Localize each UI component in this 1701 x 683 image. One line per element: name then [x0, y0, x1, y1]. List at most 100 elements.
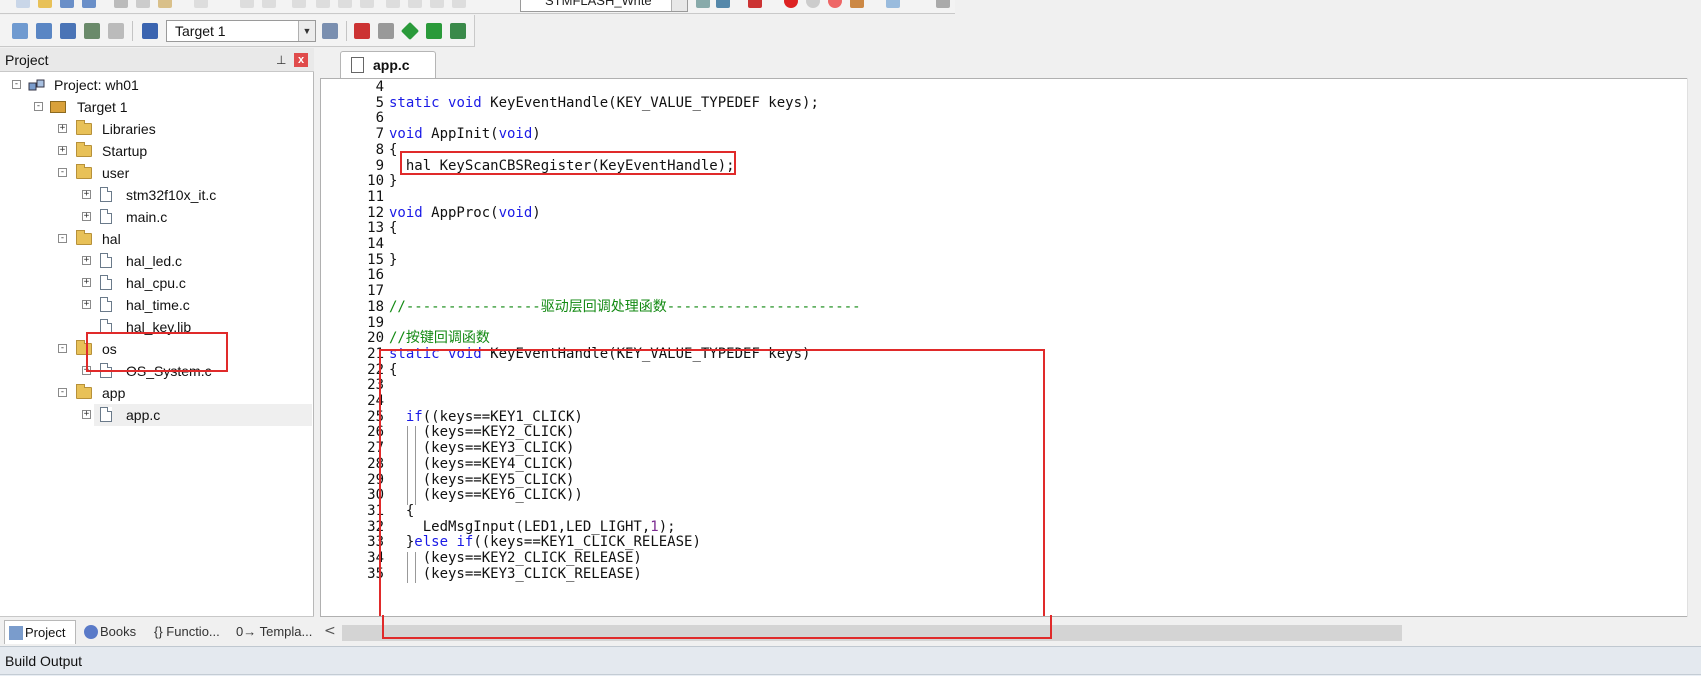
tree-item-file[interactable]: + stm32f10x_it.c — [0, 184, 312, 206]
copy-items-icon[interactable] — [378, 23, 394, 39]
collapse-icon[interactable]: - — [12, 80, 21, 89]
line-number: 20 — [367, 330, 384, 347]
code-line[interactable]: 16 — [321, 267, 1681, 284]
pack-installer-icon[interactable] — [426, 23, 442, 39]
run-time-env-icon[interactable] — [450, 23, 466, 39]
expand-icon[interactable]: + — [82, 278, 91, 287]
code-line[interactable]: 14 — [321, 236, 1681, 253]
code-editor[interactable]: 4 5 static void KeyEventHandle(KEY_VALUE_T… — [320, 78, 1701, 617]
code-line[interactable]: 6 — [321, 110, 1681, 127]
save-icon[interactable] — [60, 0, 74, 8]
target-select-dropdown[interactable]: ▼ — [298, 21, 315, 41]
select-packs-icon[interactable] — [400, 21, 420, 41]
tree-item-target[interactable]: - Target 1 — [0, 96, 312, 118]
translate-icon[interactable] — [12, 23, 28, 39]
uncomment-icon[interactable] — [452, 0, 466, 8]
collapse-icon[interactable]: - — [58, 388, 67, 397]
save-all-icon[interactable] — [82, 0, 96, 8]
code-line[interactable]: 7 void AppInit(void) — [321, 126, 1681, 143]
tab-templates[interactable]: 0→ Templa... — [232, 620, 314, 644]
open-folder-icon[interactable] — [38, 0, 52, 8]
indent-icon[interactable] — [386, 0, 400, 8]
cut-icon[interactable] — [114, 0, 128, 8]
close-icon[interactable]: x — [294, 53, 308, 67]
code-text: { — [389, 141, 398, 158]
expand-icon[interactable]: + — [58, 124, 67, 133]
tree-item-file[interactable]: + main.c — [0, 206, 312, 228]
find-combo[interactable]: STMFLASH_Write — [520, 0, 688, 12]
unindent-icon[interactable] — [408, 0, 422, 8]
editor-tab-app-c[interactable]: app.c — [340, 51, 436, 78]
breakpoint-clear-icon[interactable] — [828, 0, 842, 8]
target-options-icon[interactable] — [322, 23, 338, 39]
expand-icon[interactable]: + — [58, 146, 67, 155]
batch-build-icon[interactable] — [84, 23, 100, 39]
tree-item-folder[interactable]: + Libraries — [0, 118, 312, 140]
horizontal-scrollbar[interactable]: < — [316, 621, 1701, 643]
paste-icon[interactable] — [158, 0, 172, 8]
code-line[interactable]: 13 { — [321, 220, 1681, 237]
breakpoint-icon[interactable] — [784, 0, 798, 8]
download-icon[interactable] — [142, 23, 158, 39]
code-line[interactable]: 15} — [321, 252, 1681, 269]
tree-item-file[interactable]: + hal_cpu.c — [0, 272, 312, 294]
forward-icon[interactable] — [262, 0, 276, 8]
pin-icon[interactable]: ⊥ — [276, 53, 288, 67]
expand-icon[interactable]: + — [82, 410, 91, 419]
zoom-search-icon[interactable] — [748, 0, 762, 8]
bookmark-next-icon[interactable] — [338, 0, 352, 8]
code-line[interactable]: 12 void AppProc(void) — [321, 205, 1681, 222]
bookmark-clear-icon[interactable] — [360, 0, 374, 8]
code-line[interactable]: 18 //----------------驱动层回调处理函数-----------… — [321, 299, 1681, 316]
tree-item-folder[interactable]: - hal — [0, 228, 312, 250]
tab-functions[interactable]: {} Functio... — [150, 620, 230, 644]
build-icon[interactable] — [36, 23, 52, 39]
tree-item-file[interactable]: + hal_time.c — [0, 294, 312, 316]
collapse-icon[interactable]: - — [58, 344, 67, 353]
collapse-icon[interactable]: - — [34, 102, 43, 111]
bookmark-icon[interactable] — [292, 0, 306, 8]
undo-icon[interactable] — [194, 0, 208, 8]
expand-icon[interactable]: + — [82, 300, 91, 309]
copy-icon[interactable] — [136, 0, 150, 8]
code-line[interactable]: 11 — [321, 189, 1681, 206]
target-select[interactable]: Target 1 ▼ — [166, 20, 316, 42]
vertical-scrollbar[interactable] — [1687, 78, 1701, 617]
find-combo-dropdown[interactable] — [671, 0, 687, 11]
collapse-icon[interactable]: - — [58, 234, 67, 243]
configure-icon[interactable] — [936, 0, 950, 8]
code-line[interactable]: 4 — [321, 79, 1681, 96]
breakpoint-disable-icon[interactable] — [806, 0, 820, 8]
window-layout-icon[interactable] — [886, 0, 900, 8]
code-line[interactable]: 10} — [321, 173, 1681, 190]
manage-project-icon[interactable] — [354, 23, 370, 39]
rebuild-icon[interactable] — [60, 23, 76, 39]
expand-icon[interactable]: + — [82, 256, 91, 265]
stop-build-icon[interactable] — [108, 23, 124, 39]
find-in-files-icon[interactable] — [696, 0, 710, 8]
tree-item-folder[interactable]: - app — [0, 382, 312, 404]
tree-item-file[interactable]: + hal_led.c — [0, 250, 312, 272]
tree-item-project[interactable]: - Project: wh01 — [0, 74, 312, 96]
back-icon[interactable] — [240, 0, 254, 8]
incremental-find-icon[interactable] — [716, 0, 730, 8]
tab-books[interactable]: Books — [80, 620, 146, 644]
tree-item-folder[interactable]: + Startup — [0, 140, 312, 162]
bookmark-prev-icon[interactable] — [316, 0, 330, 8]
breakpoint-kill-icon[interactable] — [850, 0, 864, 8]
new-file-icon[interactable] — [16, 0, 30, 8]
expand-icon[interactable]: + — [82, 190, 91, 199]
tab-project[interactable]: Project — [4, 620, 76, 644]
tree-item-folder[interactable]: - user — [0, 162, 312, 184]
code-line[interactable]: 20 //按键回调函数 — [321, 330, 1681, 347]
code-line[interactable]: 17 — [321, 283, 1681, 300]
tree-item-file[interactable]: + app.c — [0, 404, 312, 426]
build-output-body[interactable] — [0, 676, 1701, 683]
code-line[interactable]: 19 — [321, 315, 1681, 332]
line-number: 16 — [367, 267, 384, 284]
scroll-left-icon[interactable]: < — [324, 623, 336, 639]
comment-icon[interactable] — [430, 0, 444, 8]
code-line[interactable]: 5 static void KeyEventHandle(KEY_VALUE_TY… — [321, 95, 1681, 112]
expand-icon[interactable]: + — [82, 212, 91, 221]
collapse-icon[interactable]: - — [58, 168, 67, 177]
